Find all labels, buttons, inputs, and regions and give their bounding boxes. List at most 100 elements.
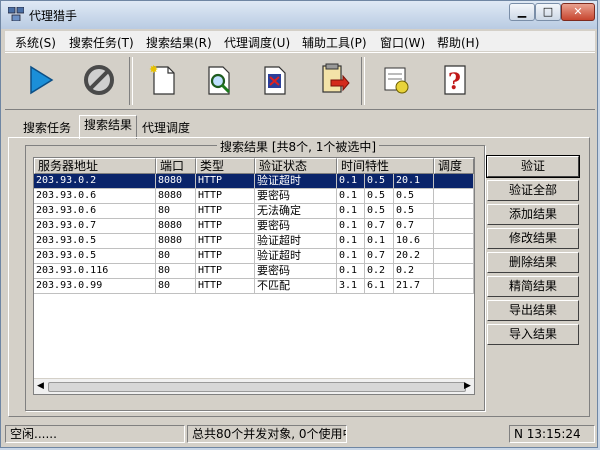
cell-port: 80 [156, 264, 196, 279]
app-icon [8, 7, 24, 21]
column-header-port[interactable]: 端口 [156, 158, 196, 174]
menu-window[interactable]: 窗口(W) [380, 34, 425, 51]
cell-timing-2: 0.5 [365, 174, 394, 189]
cell-timing-2: 0.1 [365, 234, 394, 249]
menu-system[interactable]: 系统(S) [15, 34, 56, 51]
horizontal-scrollbar[interactable]: ◀ ▶ [34, 378, 474, 394]
cell-port: 8080 [156, 219, 196, 234]
import-result-button[interactable]: 导入结果 [487, 324, 579, 345]
results-list[interactable]: 服务器地址 端口 类型 验证状态 时间特性 调度 203.93.0.2 8080 H… [33, 157, 475, 395]
delete-result-button[interactable]: 删除结果 [487, 252, 579, 273]
menu-bar: 系统(S) 搜索任务(T) 搜索结果(R) 代理调度(U) 辅助工具(P) 窗口… [5, 31, 595, 51]
cell-status: 验证超时 [255, 234, 337, 249]
cell-address: 203.93.0.116 [34, 264, 156, 279]
cell-status: 要密码 [255, 219, 337, 234]
menu-search-task[interactable]: 搜索任务(T) [69, 34, 134, 51]
title-bar[interactable]: 代理猎手 ▁ □ ✕ [1, 1, 597, 29]
status-clock: N 13:15:24 [509, 425, 595, 443]
close-icon: ✕ [573, 5, 583, 18]
cell-schedule [434, 189, 474, 204]
cell-schedule [434, 219, 474, 234]
menu-help[interactable]: 帮助(H) [437, 34, 479, 51]
verify-all-button[interactable]: 验证全部 [487, 180, 579, 201]
column-header-schedule[interactable]: 调度 [434, 158, 474, 174]
status-idle: 空闲...... [5, 425, 185, 443]
menu-search-result[interactable]: 搜索结果(R) [146, 34, 212, 51]
tab-search-result[interactable]: 搜索结果 [79, 115, 138, 139]
column-header-status[interactable]: 验证状态 [255, 158, 337, 174]
cell-timing-3: 21.7 [394, 279, 434, 294]
verify-button[interactable]: 验证 [486, 155, 580, 178]
cell-type: HTTP [196, 219, 255, 234]
cell-type: HTTP [196, 189, 255, 204]
scroll-right-icon[interactable]: ▶ [464, 381, 471, 391]
minimize-button[interactable]: ▁ [509, 3, 535, 21]
cell-port: 8080 [156, 234, 196, 249]
search-document-icon[interactable] [199, 60, 239, 100]
cell-port: 80 [156, 279, 196, 294]
close-button[interactable]: ✕ [561, 3, 595, 21]
column-header-timing[interactable]: 时间特性 [337, 158, 434, 174]
cell-timing-3: 0.2 [394, 264, 434, 279]
menu-tools[interactable]: 辅助工具(P) [302, 34, 367, 51]
main-window: 代理猎手 ▁ □ ✕ 系统(S) 搜索任务(T) 搜索结果(R) 代理调度(U)… [0, 0, 598, 448]
menu-proxy-schedule[interactable]: 代理调度(U) [224, 34, 290, 51]
cell-type: HTTP [196, 174, 255, 189]
scroll-thumb[interactable] [48, 382, 466, 392]
column-header-address[interactable]: 服务器地址 [34, 158, 156, 174]
document-icon[interactable] [255, 60, 295, 100]
cell-schedule [434, 174, 474, 189]
cell-address: 203.93.0.7 [34, 219, 156, 234]
cell-status: 要密码 [255, 189, 337, 204]
tab-search-task[interactable]: 搜索任务 [19, 119, 75, 138]
help-icon[interactable]: ? [435, 60, 475, 100]
cell-timing-3: 20.2 [394, 249, 434, 264]
cell-type: HTTP [196, 249, 255, 264]
new-document-icon[interactable]: ✸ [143, 60, 183, 100]
cell-port: 80 [156, 204, 196, 219]
cell-schedule [434, 264, 474, 279]
cell-port: 8080 [156, 189, 196, 204]
cell-timing-2: 0.5 [365, 204, 394, 219]
maximize-icon: □ [542, 5, 554, 18]
cell-address: 203.93.0.5 [34, 249, 156, 264]
cell-schedule [434, 234, 474, 249]
cell-port: 80 [156, 249, 196, 264]
stop-icon[interactable] [79, 60, 119, 100]
play-icon[interactable] [21, 60, 61, 100]
cell-timing-1: 3.1 [337, 279, 365, 294]
tab-proxy-schedule[interactable]: 代理调度 [138, 119, 194, 138]
add-result-button[interactable]: 添加结果 [487, 204, 579, 225]
cell-timing-2: 6.1 [365, 279, 394, 294]
export-result-button[interactable]: 导出结果 [487, 300, 579, 321]
cell-address: 203.93.0.5 [34, 234, 156, 249]
cell-schedule [434, 204, 474, 219]
cell-timing-3: 0.5 [394, 189, 434, 204]
cell-timing-1: 0.1 [337, 219, 365, 234]
cell-type: HTTP [196, 264, 255, 279]
simplify-result-button[interactable]: 精简结果 [487, 276, 579, 297]
cell-timing-1: 0.1 [337, 174, 365, 189]
column-header-type[interactable]: 类型 [196, 158, 255, 174]
cell-status: 不匹配 [255, 279, 337, 294]
svg-text:✸: ✸ [149, 63, 158, 76]
maximize-button[interactable]: □ [535, 3, 561, 21]
cell-timing-3: 10.6 [394, 234, 434, 249]
cell-timing-1: 0.1 [337, 234, 365, 249]
cell-timing-2: 0.5 [365, 189, 394, 204]
scroll-left-icon[interactable]: ◀ [37, 381, 44, 391]
cell-type: HTTP [196, 234, 255, 249]
verify-icon[interactable] [377, 60, 417, 100]
cell-type: HTTP [196, 204, 255, 219]
edit-result-button[interactable]: 修改结果 [487, 228, 579, 249]
cell-status: 无法确定 [255, 204, 337, 219]
cell-timing-2: 0.7 [365, 219, 394, 234]
cell-timing-3: 0.5 [394, 204, 434, 219]
export-icon[interactable] [311, 60, 351, 100]
toolbar: ✸ ? [5, 52, 595, 110]
cell-timing-1: 0.1 [337, 249, 365, 264]
cell-address: 203.93.0.99 [34, 279, 156, 294]
cell-address: 203.93.0.2 [34, 174, 156, 189]
cell-timing-1: 0.1 [337, 189, 365, 204]
group-title: 搜索结果 [共8个, 1个被选中] [217, 138, 380, 155]
